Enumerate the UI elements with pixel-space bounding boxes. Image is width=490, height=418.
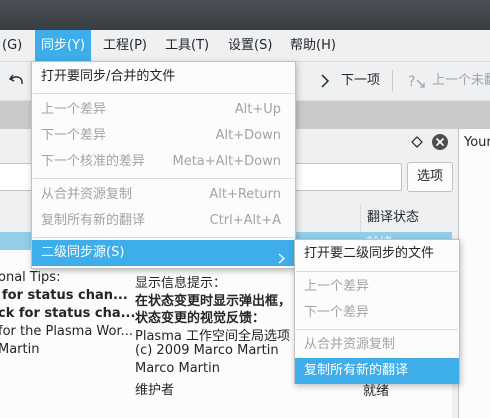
menubar: (G) 同步(Y) 工程(P) 工具(T) 设置(S) 帮助(H) — [0, 30, 490, 62]
content-right-line: 显示信息提示： — [135, 276, 227, 291]
secondary-sync-menu: 打开要二级同步的文件 上一个差异 下一个差异 从合并资源复制 复制所有新的翻译 — [294, 239, 460, 384]
content-left-line: Martin — [0, 342, 40, 357]
content-left-line: for the Plasma Wor... — [0, 324, 134, 339]
options-button[interactable]: 选项 — [407, 162, 453, 192]
content-right-line: 维护者 — [135, 383, 175, 398]
menu-separator — [296, 271, 458, 272]
next-entry-button[interactable]: 下一项 — [341, 62, 380, 100]
content-left-line: for status chan... — [2, 288, 128, 303]
menu-item-g[interactable]: (G) — [0, 30, 28, 61]
menu-copy-all-new[interactable]: 复制所有新的翻译 Ctrl+Alt+A — [32, 208, 295, 234]
toolbar-separator — [392, 70, 393, 92]
menu-separator — [33, 237, 294, 238]
menu-project[interactable]: 工程(P) — [97, 30, 153, 61]
prev-untranslated-button[interactable]: 上一个未翻 — [432, 62, 490, 100]
content-left-line: onal Tips: — [0, 270, 61, 285]
menu-separator — [33, 178, 294, 179]
close-icon[interactable] — [431, 133, 449, 155]
menu-secondary-next-diff[interactable]: 下一个差异 — [295, 300, 459, 326]
svg-text:?: ? — [408, 74, 415, 90]
menu-prev-diff[interactable]: 上一个差异 Alt+Up — [32, 97, 295, 123]
sync-menu: 打开要同步/合并的文件 上一个差异 Alt+Up 下一个差异 Alt+Down … — [31, 61, 296, 269]
content-right-line: 状态变更的视觉反馈： — [135, 311, 266, 326]
menu-secondary-prev-diff[interactable]: 上一个差异 — [295, 274, 459, 300]
menu-separator — [33, 93, 294, 94]
chevron-right-icon[interactable] — [319, 73, 331, 93]
menu-open-sync-file[interactable]: 打开要同步/合并的文件 — [32, 64, 295, 90]
menu-settings[interactable]: 设置(S) — [222, 30, 278, 61]
content-right-line: Plasma 工作空间全局选项 — [135, 329, 290, 344]
prev-untranslated-icon: ? — [408, 72, 428, 94]
status-column-header[interactable]: 翻译状态 — [360, 204, 457, 232]
right-pane-label: Your — [464, 135, 490, 150]
menu-secondary-copy-from-merge[interactable]: 从合并资源复制 — [295, 332, 459, 358]
menu-help[interactable]: 帮助(H) — [284, 30, 342, 61]
chevron-right-icon — [278, 248, 285, 274]
menu-open-secondary-file[interactable]: 打开要二级同步的文件 — [295, 241, 459, 267]
menu-sync[interactable]: 同步(Y) — [35, 30, 92, 61]
menu-next-diff[interactable]: 下一个差异 Alt+Down — [32, 123, 295, 149]
menu-next-approved-diff[interactable]: 下一个核准的差异 Meta+Alt+Down — [32, 149, 295, 175]
content-left-line: ck for status cha... — [0, 306, 136, 321]
pin-icon[interactable] — [411, 136, 423, 152]
content-right-line: Marco Martin — [135, 361, 220, 376]
right-pane: Your — [458, 129, 490, 418]
menu-copy-from-merge[interactable]: 从合并资源复制 Alt+Return — [32, 182, 295, 208]
content-right-line: (c) 2009 Marco Martin — [135, 343, 279, 358]
menu-tools[interactable]: 工具(T) — [159, 30, 215, 61]
menu-separator — [296, 329, 458, 330]
menu-secondary-copy-all-new[interactable]: 复制所有新的翻译 — [295, 358, 459, 384]
menu-secondary-sync[interactable]: 二级同步源(S) — [32, 240, 295, 266]
undo-icon[interactable] — [8, 71, 26, 93]
window-titlebar — [0, 0, 490, 30]
